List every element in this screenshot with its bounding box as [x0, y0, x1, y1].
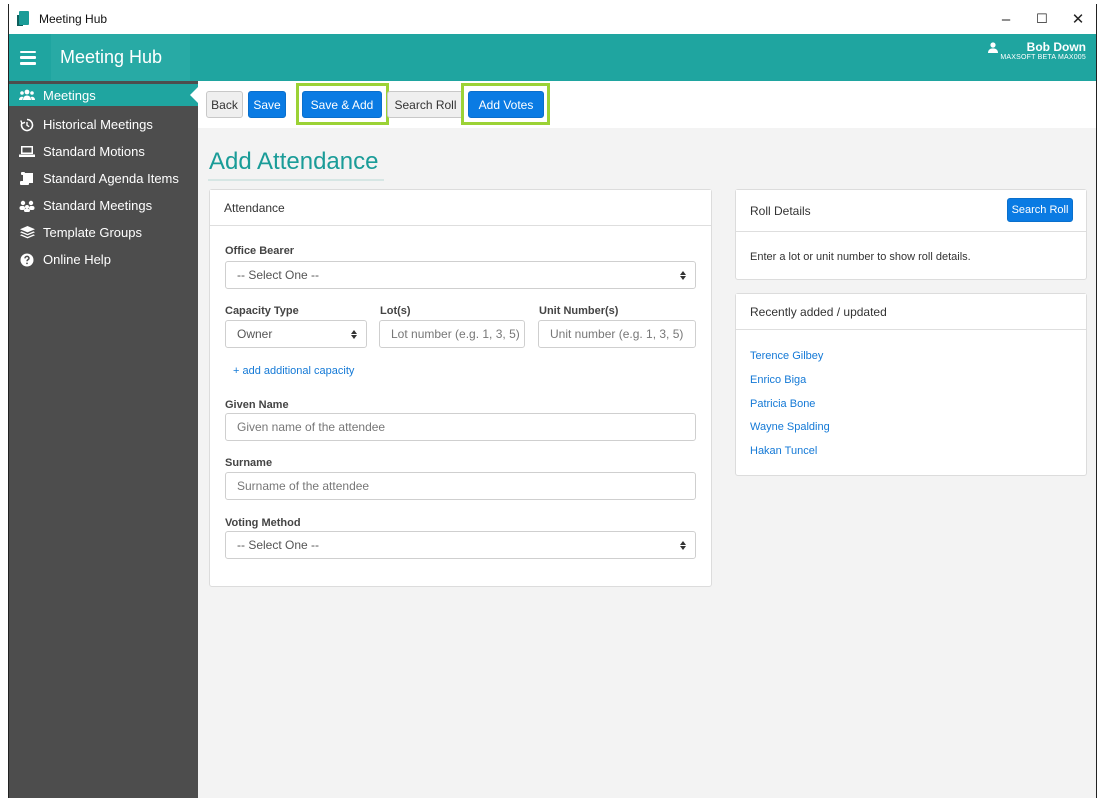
recent-panel-heading: Recently added / updated [736, 294, 1086, 330]
unit-numbers-input[interactable]: Unit number (e.g. 1, 3, 5) [538, 320, 696, 348]
voting-method-value: -- Select One -- [237, 538, 320, 552]
maximize-button[interactable]: ☐ [1024, 4, 1060, 34]
search-roll-toolbar-button[interactable]: Search Roll [387, 91, 464, 118]
app-logo-icon [17, 11, 31, 27]
sidebar-item-label: Template Groups [43, 225, 142, 240]
close-button[interactable]: ✕ [1060, 4, 1096, 34]
unit-numbers-label: Unit Number(s) [539, 305, 619, 317]
minimize-button[interactable]: – [988, 4, 1024, 34]
attendance-panel: Attendance Office Bearer -- Select One -… [209, 189, 712, 587]
surname-input[interactable]: Surname of the attendee [225, 472, 696, 500]
sidebar-item-label: Standard Agenda Items [43, 171, 179, 186]
surname-label: Surname [225, 457, 273, 469]
sidebar-item-label: Standard Motions [43, 144, 145, 159]
roll-details-heading: Roll Details Search Roll [736, 190, 1086, 232]
user-organization: MAXSOFT BETA MAX005 [1000, 54, 1086, 61]
select-caret-icon [351, 330, 357, 340]
sidebar-item-label: Meetings [43, 87, 96, 103]
recent-attendee-link[interactable]: Wayne Spalding [750, 421, 830, 433]
main-content: Add Attendance Attendance Office Bearer … [198, 128, 1096, 798]
attendance-panel-heading: Attendance [210, 190, 711, 226]
header-bar: Bob Down MAXSOFT BETA MAX005 [198, 34, 1096, 81]
sidebar-item-meetings[interactable]: Meetings [9, 84, 198, 106]
sidebar: Meeting Hub Meetings Historical Meetings… [9, 34, 198, 798]
sidebar-item-online-help[interactable]: Online Help [9, 246, 198, 273]
page-title: Add Attendance [209, 148, 379, 175]
select-caret-icon [680, 541, 686, 551]
meeting-icon [19, 199, 35, 213]
layers-icon [19, 226, 35, 240]
capacity-type-value: Owner [237, 327, 273, 341]
capacity-type-select[interactable]: Owner [225, 320, 367, 348]
add-additional-capacity-link[interactable]: + add additional capacity [233, 365, 354, 377]
add-votes-button[interactable]: Add Votes [468, 91, 544, 118]
save-and-add-button[interactable]: Save & Add [302, 91, 382, 118]
scroll-icon [19, 171, 35, 186]
capacity-type-label: Capacity Type [225, 305, 299, 317]
action-toolbar: Back Save Save & Add Search Roll Add Vot… [198, 81, 1096, 128]
office-bearer-select[interactable]: -- Select One -- [225, 261, 696, 289]
recent-attendee-link[interactable]: Patricia Bone [750, 398, 815, 410]
given-name-input[interactable]: Given name of the attendee [225, 413, 696, 441]
window-controls: – ☐ ✕ [988, 4, 1096, 34]
history-icon [19, 118, 35, 132]
brand-bar: Meeting Hub [9, 34, 198, 81]
user-name: Bob Down [1026, 40, 1086, 54]
sidebar-item-label: Historical Meetings [43, 117, 153, 132]
sidebar-item-label: Standard Meetings [43, 198, 153, 213]
app-window: Meeting Hub – ☐ ✕ Meeting Hub Meetings H… [8, 4, 1097, 798]
select-caret-icon [680, 271, 686, 281]
people-icon [19, 88, 35, 102]
roll-details-message: Enter a lot or unit number to show roll … [750, 251, 971, 263]
window-title: Meeting Hub [39, 12, 108, 26]
monitor-icon [19, 145, 35, 159]
roll-details-panel: Roll Details Search Roll Enter a lot or … [735, 189, 1087, 280]
title-underline [208, 179, 384, 181]
user-icon [987, 41, 998, 53]
recent-attendee-link[interactable]: Enrico Biga [750, 374, 806, 386]
recent-panel: Recently added / updated Terence Gilbey … [735, 293, 1087, 476]
user-menu[interactable]: Bob Down MAXSOFT BETA MAX005 [987, 40, 1086, 61]
save-button[interactable]: Save [248, 91, 286, 118]
sidebar-nav: Meetings Historical Meetings Standard Mo… [9, 81, 198, 273]
sidebar-item-standard-agenda-items[interactable]: Standard Agenda Items [9, 165, 198, 192]
brand-title[interactable]: Meeting Hub [51, 34, 190, 81]
voting-method-label: Voting Method [225, 517, 301, 529]
sidebar-item-historical-meetings[interactable]: Historical Meetings [9, 111, 198, 138]
back-button[interactable]: Back [206, 91, 243, 118]
sidebar-item-label: Online Help [43, 252, 111, 267]
lots-input[interactable]: Lot number (e.g. 1, 3, 5) [379, 320, 525, 348]
window-titlebar[interactable]: Meeting Hub – ☐ ✕ [9, 4, 1096, 34]
sidebar-item-standard-meetings[interactable]: Standard Meetings [9, 192, 198, 219]
lots-label: Lot(s) [380, 305, 411, 317]
office-bearer-value: -- Select One -- [237, 268, 320, 282]
roll-details-title: Roll Details [750, 203, 811, 218]
help-icon [19, 253, 35, 267]
sidebar-item-template-groups[interactable]: Template Groups [9, 219, 198, 246]
given-name-label: Given Name [225, 399, 289, 411]
office-bearer-label: Office Bearer [225, 245, 295, 257]
recent-attendee-link[interactable]: Hakan Tuncel [750, 445, 817, 457]
search-roll-button[interactable]: Search Roll [1007, 198, 1073, 222]
hamburger-menu-icon[interactable] [20, 50, 36, 65]
recent-attendee-link[interactable]: Terence Gilbey [750, 350, 823, 362]
voting-method-select[interactable]: -- Select One -- [225, 531, 696, 559]
sidebar-item-standard-motions[interactable]: Standard Motions [9, 138, 198, 165]
